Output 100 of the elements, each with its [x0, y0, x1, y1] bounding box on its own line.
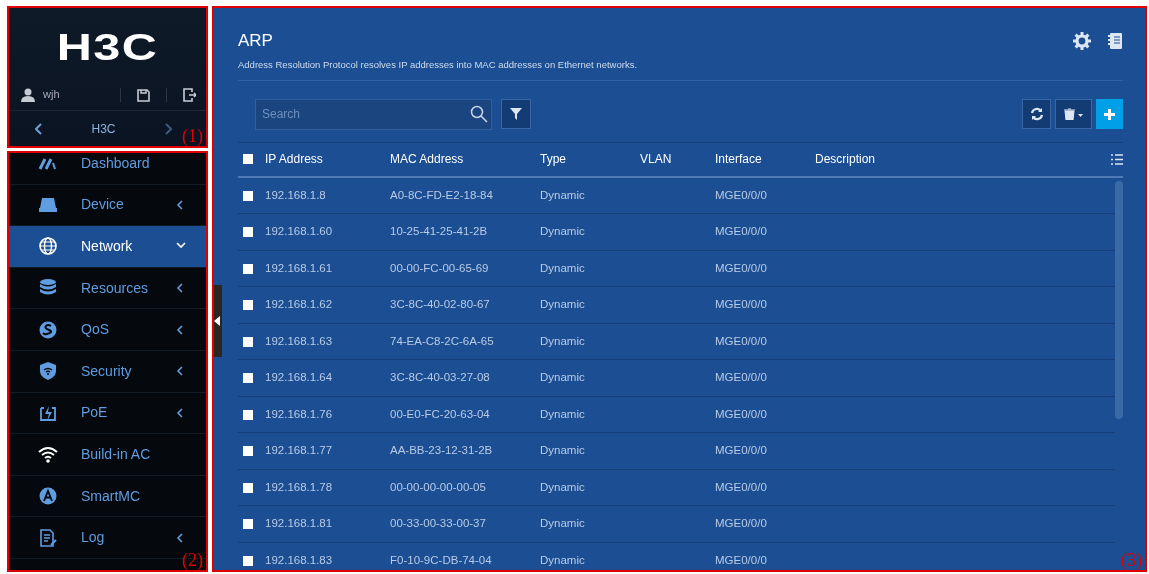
table-cell-text: 3C-8C-40-02-80-67 [390, 297, 491, 313]
table-cell-text: MGE0/0/0 [715, 187, 768, 203]
log-icon [37, 527, 59, 548]
row-checkbox[interactable] [243, 336, 253, 347]
save-icon[interactable] [137, 88, 150, 102]
filter-icon [510, 108, 522, 121]
menu-item[interactable]: PoE [9, 392, 206, 435]
user-name: wjh [43, 87, 60, 103]
menu-item[interactable]: Security [9, 350, 206, 393]
table-cell-text: Dynamic [540, 443, 586, 459]
delete-dropdown-button[interactable] [1055, 99, 1092, 130]
table-cell-text: 10-25-41-25-41-2B [390, 224, 489, 240]
row-checkbox[interactable] [243, 227, 253, 237]
table-cell-text: MGE0/0/0 [715, 443, 768, 459]
column-header: MAC Address [390, 151, 465, 169]
row-checkbox[interactable] [243, 373, 253, 383]
table-cell-text: MGE0/0/0 [715, 370, 768, 386]
caret-icon [214, 316, 220, 326]
filter-button[interactable] [501, 99, 531, 130]
shield-icon [37, 361, 59, 382]
table-cell-text: 192.168.1.83 [265, 552, 334, 568]
badge-icon [37, 319, 59, 340]
row-checkbox[interactable] [243, 263, 253, 274]
settings-icon[interactable] [1073, 32, 1091, 50]
row-checkbox[interactable] [243, 190, 253, 201]
column-list-icon[interactable] [1111, 153, 1123, 165]
menu-item[interactable]: Build-in AC [9, 434, 206, 476]
plus-icon [1103, 107, 1116, 121]
collapse-handle[interactable] [214, 285, 222, 357]
search-field[interactable]: Search [255, 98, 492, 130]
table-cell-text: MGE0/0/0 [715, 297, 768, 313]
logo: H3C [56, 30, 159, 66]
page-title: ARP [238, 30, 274, 52]
callout-label: (3) [1121, 550, 1142, 570]
column-header: Type [540, 151, 567, 169]
menu-item[interactable]: Network [9, 226, 206, 268]
table-cell-text: 00-33-00-33-00-37 [390, 516, 487, 532]
table-cell-text: MGE0/0/0 [715, 479, 768, 495]
table-cell-text: 192.168.1.78 [265, 479, 334, 495]
table-cell-text: 192.168.1.61 [265, 260, 334, 276]
circle-letter-icon [37, 486, 59, 507]
add-button[interactable] [1096, 99, 1123, 130]
table-cell-text: Dynamic [540, 479, 586, 495]
device-name: H3C [91, 120, 116, 138]
column-header: Description [815, 151, 877, 169]
table-cell-text: A0-8C-FD-E2-18-84 [390, 187, 494, 203]
table-cell-text: 3C-8C-40-03-27-08 [390, 370, 491, 386]
table-cell-text: F0-10-9C-DB-74-04 [390, 552, 493, 568]
menu-item[interactable]: Dashboard [9, 153, 206, 185]
row-checkbox[interactable] [243, 519, 253, 529]
table-cell-text: 192.168.1.63 [265, 333, 334, 349]
table-cell-text: MGE0/0/0 [715, 552, 768, 568]
table-cell-text: Dynamic [540, 370, 586, 386]
table-cell-text: Dynamic [540, 187, 586, 203]
notebook-icon[interactable] [1107, 32, 1123, 50]
table-cell-text: MGE0/0/0 [715, 333, 768, 349]
table-cell-text: 192.168.1.64 [265, 370, 334, 386]
table-cell-text: 192.168.1.8 [265, 187, 327, 203]
table-cell-text: MGE0/0/0 [715, 260, 768, 276]
table-cell-text: 192.168.1.81 [265, 516, 334, 532]
next-icon[interactable] [164, 123, 172, 136]
menu-item[interactable]: QoS [9, 309, 206, 351]
table-cell-text: 192.168.1.76 [265, 406, 334, 422]
row-checkbox[interactable] [243, 482, 253, 493]
table-cell-text: Dynamic [540, 516, 586, 532]
table-cell-text: Dynamic [540, 552, 586, 568]
table-cell-text: AA-BB-23-12-31-2B [390, 443, 494, 459]
trash-caret-icon [1062, 108, 1085, 121]
scrollbar[interactable] [1115, 180, 1123, 419]
table-cell-text: MGE0/0/0 [715, 516, 768, 532]
table-cell-text: 00-00-00-00-00-05 [390, 479, 487, 495]
table-cell-text: Dynamic [540, 260, 586, 276]
row-checkbox[interactable] [243, 300, 253, 310]
user-icon [21, 88, 35, 103]
row-checkbox[interactable] [243, 409, 253, 420]
table-cell-text: 192.168.1.60 [265, 224, 334, 240]
select-all-checkbox[interactable] [243, 154, 253, 165]
table-cell-text: Dynamic [540, 297, 586, 313]
table-cell-text: Dynamic [540, 224, 586, 240]
previous-icon[interactable] [35, 123, 43, 136]
menu-item[interactable]: SmartMC [9, 475, 206, 518]
table-cell-text: 192.168.1.77 [265, 443, 334, 459]
table-cell-text: 00-00-FC-00-65-69 [390, 260, 490, 276]
page-description: Address Resolution Protocol resolves IP addresses into MAC addresses on Ethernet networks. [238, 57, 639, 72]
table-cell-text: MGE0/0/0 [715, 224, 768, 240]
row-checkbox[interactable] [243, 555, 253, 566]
callout-label: (1) [182, 126, 203, 148]
table-cell-text: 74-EA-C8-2C-6A-65 [390, 333, 495, 349]
table-cell-text: 00-E0-FC-20-63-04 [390, 406, 491, 422]
refresh-button[interactable] [1022, 99, 1051, 130]
table-cell-text: Dynamic [540, 333, 586, 349]
search-icon [470, 104, 488, 123]
menu-item[interactable]: Resources [9, 267, 206, 310]
row-checkbox[interactable] [243, 446, 253, 456]
refresh-icon [1029, 107, 1044, 122]
table-cell-text: Dynamic [540, 406, 586, 422]
column-header: IP Address [265, 151, 324, 169]
logout-icon[interactable] [183, 88, 196, 103]
globe-icon [37, 236, 59, 257]
table-cell-text: MGE0/0/0 [715, 406, 768, 422]
